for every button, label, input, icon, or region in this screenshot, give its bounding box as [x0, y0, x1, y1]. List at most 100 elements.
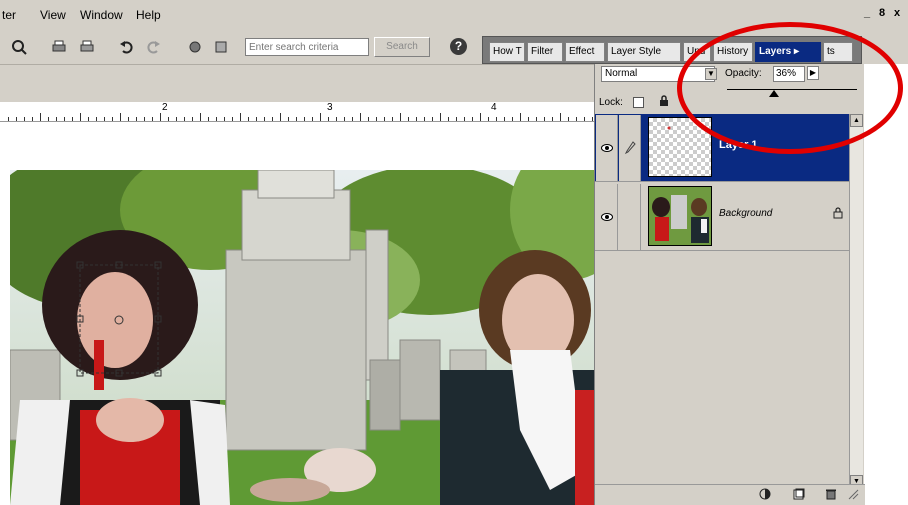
- menu-filter[interactable]: ter: [2, 8, 16, 22]
- resize-grip-icon[interactable]: [847, 488, 859, 503]
- layer-row-layer-1[interactable]: Layer 1: [595, 114, 849, 182]
- ruler-tick: [88, 117, 89, 121]
- menu-view[interactable]: View: [40, 8, 66, 22]
- slider-track: [727, 89, 857, 90]
- scroll-up-icon[interactable]: ▲: [850, 114, 863, 127]
- ruler-tick: [416, 117, 417, 121]
- restore-button[interactable]: 8: [875, 7, 889, 21]
- tab-how-to[interactable]: How T: [489, 42, 525, 62]
- help-icon[interactable]: ?: [450, 38, 467, 55]
- ruler-tick: [304, 117, 305, 121]
- document-canvas[interactable]: [0, 122, 594, 505]
- photo-illustration: [10, 170, 594, 505]
- ruler-tick: [520, 113, 521, 121]
- menu-window[interactable]: Window: [80, 8, 123, 22]
- blend-mode-select[interactable]: Normal ▼: [601, 66, 717, 82]
- redo-icon[interactable]: [144, 38, 162, 56]
- minimize-button[interactable]: _: [860, 7, 874, 21]
- ruler-tick: [504, 117, 505, 121]
- layers-panel-footer: [595, 484, 865, 505]
- tab-layer-style[interactable]: Layer Style: [607, 42, 681, 62]
- slider-thumb[interactable]: [768, 90, 779, 97]
- cemetery-photo[interactable]: [10, 170, 594, 505]
- ruler-tick: [40, 113, 41, 121]
- ruler-tick: [440, 113, 441, 121]
- ruler-tick: [584, 117, 585, 121]
- ruler-tick: [112, 117, 113, 121]
- ruler-tick: [528, 117, 529, 121]
- tab-actions[interactable]: ts: [823, 42, 853, 62]
- ruler-tick: [480, 113, 481, 121]
- ruler-tick: [120, 113, 121, 121]
- ruler-tick: [408, 117, 409, 121]
- new-layer-icon[interactable]: [793, 488, 805, 503]
- chevron-down-icon[interactable]: ▼: [705, 68, 717, 80]
- ruler-tick: [368, 117, 369, 121]
- layer-row-background[interactable]: Background: [595, 183, 849, 251]
- ruler-tick: [512, 117, 513, 121]
- ruler-tick: [144, 117, 145, 121]
- ruler-tick: [456, 117, 457, 121]
- ruler-tick: [544, 117, 545, 121]
- ruler-tick: [64, 117, 65, 121]
- ruler-tick: [192, 117, 193, 121]
- ruler-tick: [288, 117, 289, 121]
- search-input[interactable]: [245, 38, 369, 56]
- new-adjustment-layer-icon[interactable]: [759, 488, 771, 503]
- ruler-number: 3: [327, 102, 333, 113]
- ruler-tick: [448, 117, 449, 121]
- ruler-tick: [264, 117, 265, 121]
- tab-undo[interactable]: Und: [683, 42, 711, 62]
- link-cell[interactable]: [619, 184, 641, 250]
- tab-layers[interactable]: Layers ▸: [755, 42, 821, 62]
- menu-help[interactable]: Help: [136, 8, 161, 22]
- ruler-number: 2: [162, 102, 168, 113]
- layer-thumbnail: [648, 117, 712, 177]
- ruler-tick: [392, 117, 393, 121]
- eye-icon[interactable]: [596, 184, 618, 250]
- ruler-tick: [280, 113, 281, 121]
- horizontal-ruler: 2 3 4: [0, 102, 594, 122]
- brush-icon[interactable]: [619, 115, 641, 181]
- print-icon[interactable]: [50, 38, 68, 56]
- layer-name[interactable]: Background: [719, 208, 772, 219]
- ruler-tick: [32, 117, 33, 121]
- lock-label: Lock:: [599, 97, 623, 108]
- ruler-tick: [80, 113, 81, 121]
- eye-icon[interactable]: [596, 115, 618, 181]
- ruler-tick: [464, 117, 465, 121]
- step-backward-icon[interactable]: [186, 38, 204, 56]
- step-forward-icon[interactable]: [212, 38, 230, 56]
- layer-name[interactable]: Layer 1: [719, 139, 758, 151]
- undo-icon[interactable]: [118, 38, 136, 56]
- lock-all-icon[interactable]: [659, 95, 669, 110]
- ruler-tick: [176, 117, 177, 121]
- layers-scrollbar[interactable]: ▲ ▼: [849, 114, 863, 488]
- ruler-tick: [344, 117, 345, 121]
- ruler-tick: [272, 117, 273, 121]
- tab-effects[interactable]: Effect: [565, 42, 605, 62]
- opacity-slider-toggle-icon[interactable]: ▶: [807, 66, 819, 80]
- ruler-tick: [168, 117, 169, 121]
- trash-icon[interactable]: [825, 488, 837, 503]
- opacity-input[interactable]: 36%: [773, 66, 805, 82]
- search-button[interactable]: Search: [374, 37, 430, 57]
- opacity-slider[interactable]: [727, 86, 857, 98]
- layers-panel: Normal ▼ Opacity: 36% ▶ Lock: Layer 1 Ba…: [594, 64, 865, 505]
- print-preview-icon[interactable]: [78, 38, 96, 56]
- ruler-tick: [240, 113, 241, 121]
- ruler-tick: [56, 117, 57, 121]
- ruler-tick: [160, 113, 161, 121]
- lock-transparency-checkbox[interactable]: [633, 97, 644, 108]
- ruler-tick: [592, 117, 593, 121]
- tab-history[interactable]: History: [713, 42, 753, 62]
- close-button[interactable]: x: [890, 7, 904, 21]
- ruler-tick: [352, 117, 353, 121]
- ruler-tick: [576, 117, 577, 121]
- tab-filter[interactable]: Filter: [527, 42, 563, 62]
- browse-icon[interactable]: [10, 38, 28, 56]
- ruler-tick: [336, 117, 337, 121]
- ruler-tick: [184, 117, 185, 121]
- options-bar: [0, 64, 594, 102]
- ruler-tick: [560, 113, 561, 121]
